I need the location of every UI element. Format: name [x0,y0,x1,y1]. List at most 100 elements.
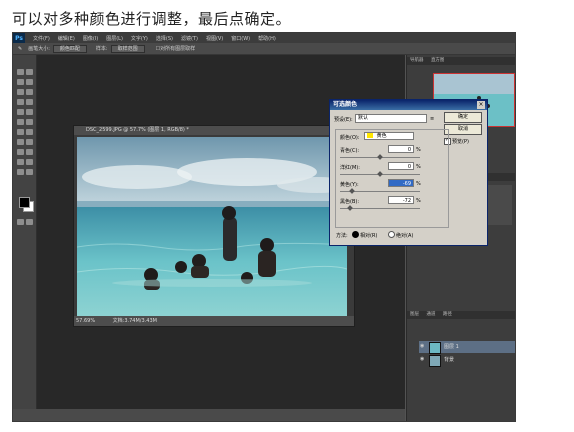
quick-mask-icon[interactable] [17,219,24,225]
stamp-tool-icon[interactable] [17,109,24,115]
zoom-level[interactable]: 57.69% [76,318,95,324]
menu-layer[interactable]: 图层(L) [102,35,127,42]
cyan-label: 青色(C): [340,148,360,154]
close-icon[interactable]: × [477,101,485,109]
method-absolute-radio[interactable] [388,231,395,238]
brush-tool-icon[interactable] [26,99,33,105]
hand-tool-icon[interactable] [17,169,24,175]
preset-label: 预设(E): [334,117,353,123]
yellow-input[interactable]: -69 [388,179,414,187]
tab-navigator[interactable]: 导航器 [407,58,427,63]
eraser-tool-icon[interactable] [17,119,24,125]
eye-icon[interactable]: ◉ [420,344,425,349]
menu-filter[interactable]: 滤镜(T) [177,35,202,42]
menu-window[interactable]: 窗口(W) [227,35,254,42]
marquee-tool-icon[interactable] [26,69,33,75]
magenta-label: 洋红(M): [340,165,360,171]
magic-wand-tool-icon[interactable] [26,79,33,85]
gradient-tool-icon[interactable] [26,119,33,125]
menu-help[interactable]: 帮助(H) [254,35,280,42]
zoom-tool-icon[interactable] [26,169,33,175]
method-absolute-label: 绝对(A) [396,233,414,239]
black-unit: % [416,198,421,204]
option-label-size: 画笔大小: [28,46,50,52]
menu-select[interactable]: 选择(S) [152,35,177,42]
preset-menu-icon[interactable]: ≡ [430,116,434,122]
cyan-input[interactable]: 0 [388,145,414,153]
tab-channels[interactable]: 通道 [423,312,438,317]
tab-histogram[interactable]: 直方图 [428,58,448,63]
preset-select[interactable]: 默认 [355,114,427,123]
lasso-tool-icon[interactable] [17,79,24,85]
shape-tool-icon[interactable] [26,149,33,155]
layer-row-background[interactable]: ◉ 背景 [419,354,515,367]
magenta-unit: % [416,164,421,170]
selective-color-dialog: 可选颜色 × 预设(E): 默认 ≡ 确定 取消 ✓ 预览(P) 颜色(O): … [329,99,488,246]
photoshop-window: Ps 文件(F) 编辑(E) 图像(I) 图层(L) 文字(Y) 选择(S) 滤… [12,32,516,422]
option-size-select[interactable]: 颜色匹配 [52,44,87,53]
colors-label: 颜色(O): [340,135,360,141]
cyan-slider-thumb[interactable] [377,154,383,160]
yellow-swatch [367,133,373,138]
layer-thumbnail [429,355,441,367]
yellow-label: 黄色(Y): [340,182,359,188]
black-slider-thumb[interactable] [347,205,353,211]
menu-type[interactable]: 文字(Y) [127,35,152,42]
method-label: 方法: [336,233,348,239]
3d-tool-icon[interactable] [17,159,24,165]
magenta-slider-thumb[interactable] [377,171,383,177]
document-title[interactable]: DSC_2599.JPG @ 57.7% (图层 1, RGB/8) * [74,126,354,135]
ps-logo: Ps [13,33,25,43]
magenta-input[interactable]: 0 [388,162,414,170]
document-status-bar: 57.69% 文档:3.74M/3.43M [74,316,354,326]
menu-bar: Ps 文件(F) 编辑(E) 图像(I) 图层(L) 文字(Y) 选择(S) 滤… [13,33,515,43]
layers-tabs: 图层 通道 路径 [407,311,515,319]
option-all-layers-label: 对所有图层取样 [160,46,196,52]
navigator-tabs: 导航器 直方图 [407,57,515,65]
layer-row-1[interactable]: ◉ 图层 1 [419,341,515,354]
eyedropper-tool-icon[interactable] [26,89,33,95]
cyan-unit: % [416,147,421,153]
healing-tool-icon[interactable] [17,99,24,105]
crop-tool-icon[interactable] [17,89,24,95]
screen-mode-icon[interactable] [26,219,33,225]
blur-tool-icon[interactable] [17,129,24,135]
method-relative-label: 相对(R) [360,233,378,239]
path-select-tool-icon[interactable] [17,149,24,155]
eye-icon[interactable]: ◉ [420,357,425,362]
dialog-title[interactable]: 可选颜色 [330,100,487,110]
3d-camera-tool-icon[interactable] [26,159,33,165]
menu-image[interactable]: 图像(I) [79,35,102,42]
type-tool-icon[interactable] [26,139,33,145]
ok-button[interactable]: 确定 [444,112,482,123]
eyedropper-icon[interactable]: ✎ [18,46,22,52]
color-adjust-group: 颜色(O): 黄色 青色(C): 0 % 洋红(M): 0 % 黄色(Y): -… [335,129,449,228]
option-label-sample: 样本: [95,46,108,52]
black-input[interactable]: -72 [388,196,414,204]
move-tool-icon[interactable] [17,69,24,75]
method-relative-radio[interactable] [352,231,359,238]
tab-paths[interactable]: 路径 [440,312,455,317]
photo-svg [77,137,347,317]
layer-name: 背景 [444,357,455,363]
beach-photo [77,137,347,317]
options-bar: ✎ 画笔大小: 颜色匹配 样本: 取样范围 ☐ 对所有图层取样 [13,43,515,55]
tab-layers[interactable]: 图层 [407,312,422,317]
bottom-status-bar [13,409,405,421]
history-brush-tool-icon[interactable] [26,109,33,115]
menu-edit[interactable]: 编辑(E) [54,35,79,42]
cancel-button[interactable]: 取消 [444,124,482,135]
menu-view[interactable]: 视图(V) [202,35,227,42]
yellow-slider-thumb[interactable] [349,188,355,194]
dodge-tool-icon[interactable] [26,129,33,135]
colors-select-value: 黄色 [376,133,387,139]
option-sample-select[interactable]: 取样范围 [110,44,145,53]
menu-file[interactable]: 文件(F) [29,35,54,42]
foreground-color-swatch[interactable] [19,197,30,208]
doc-info[interactable]: 文档:3.74M/3.43M [113,318,157,324]
colors-select[interactable]: 黄色 [364,132,414,140]
pen-tool-icon[interactable] [17,139,24,145]
tools-panel [13,55,37,421]
layer-thumbnail [429,342,441,354]
caption-text: 可以对多种颜色进行调整，最后点确定。 [12,10,292,28]
